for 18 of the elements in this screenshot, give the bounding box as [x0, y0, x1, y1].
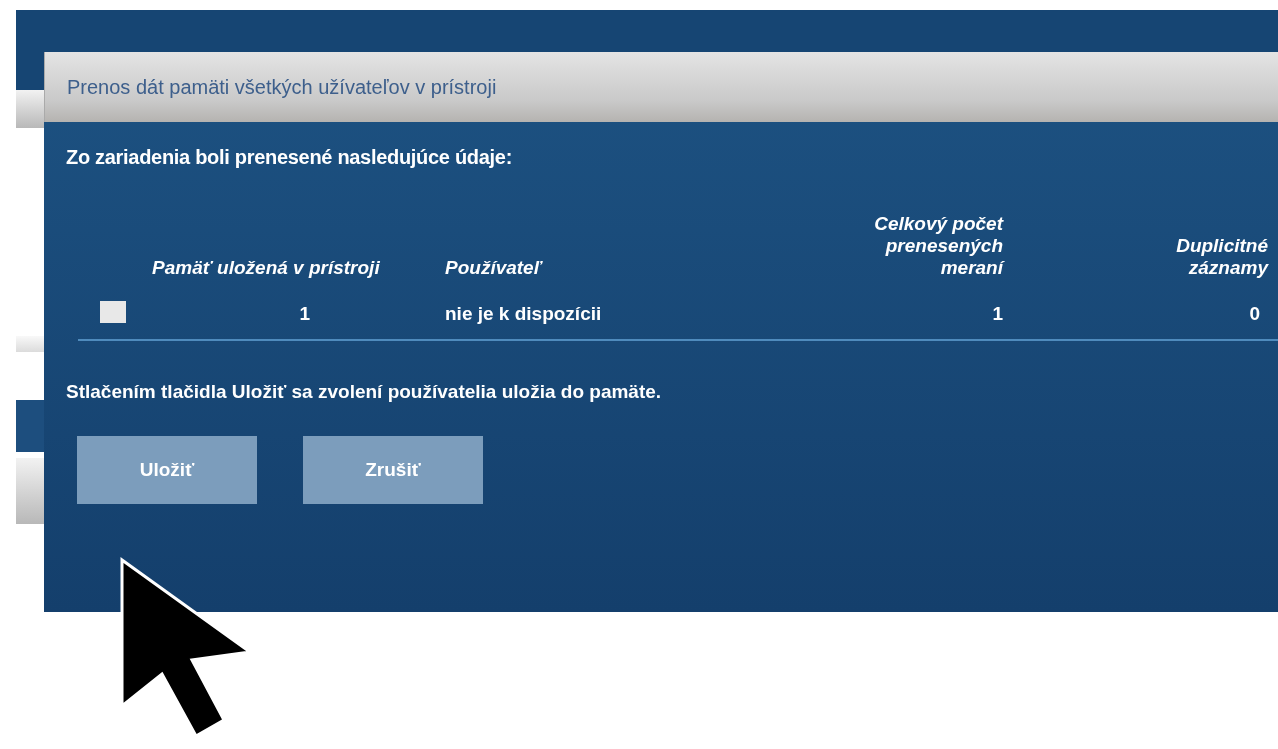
page-side-strip — [16, 458, 44, 524]
table-cell: nie je k dispozícii — [445, 303, 602, 324]
page-side-strip — [16, 336, 44, 352]
column-header: Používateľ — [445, 257, 544, 279]
table-cell: 0 — [1249, 303, 1260, 324]
table-cell: 1 — [992, 303, 1003, 324]
column-header: Pamäť uložená v prístroji — [152, 257, 381, 279]
intro-text: Zo zariadenia boli prenesené nasledujúce údaje: — [66, 146, 514, 169]
table-cell: 1 — [299, 303, 310, 324]
dialog-title: Prenos dát pamäti všetkých užívateľov v prístroji — [44, 52, 1278, 122]
save-button[interactable]: Uložiť — [77, 436, 257, 504]
column-header: Celkový počet prenesených meraní — [873, 213, 1003, 279]
instruction-text: Stlačením tlačidla Uložiť sa zvolení používatelia uložia do pamäte. — [66, 381, 663, 403]
page-side-strip — [16, 400, 44, 452]
checkbox[interactable] — [100, 301, 126, 323]
cancel-button[interactable]: Zrušiť — [303, 436, 483, 504]
column-header: Duplicitné záznamy — [1175, 235, 1268, 279]
page-side-strip — [16, 90, 44, 128]
